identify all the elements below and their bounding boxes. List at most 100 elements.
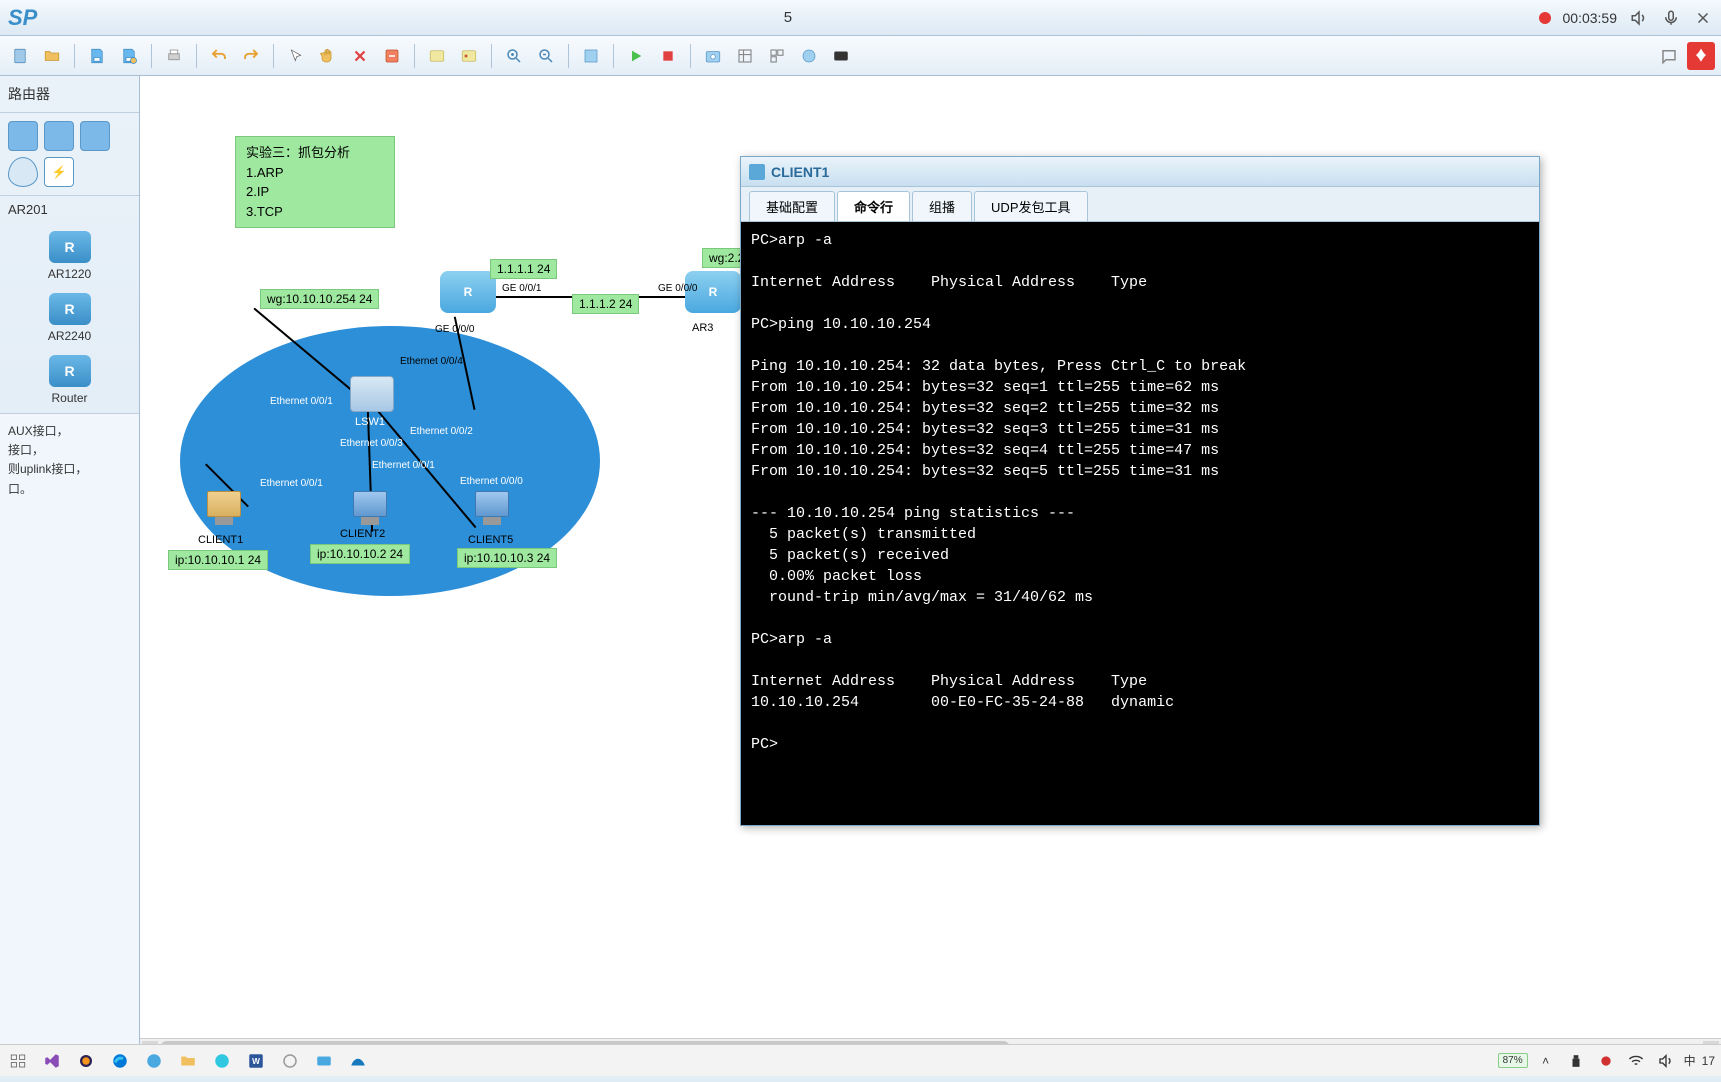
record-time: 00:03:59	[1563, 10, 1618, 26]
speaker-icon[interactable]	[1629, 8, 1649, 28]
app-icon-3[interactable]	[278, 1049, 302, 1073]
system-tray: 87% ˄ 中 17	[1498, 1049, 1715, 1073]
ensp-icon[interactable]	[312, 1049, 336, 1073]
battery-indicator[interactable]: 87%	[1498, 1053, 1528, 1068]
mic-icon[interactable]	[1661, 8, 1681, 28]
sidebar-header: 路由器	[0, 76, 139, 113]
port-label: Ethernet 0/0/1	[372, 460, 435, 471]
switch-lsw1[interactable]	[350, 376, 394, 412]
close-icon[interactable]	[1693, 8, 1713, 28]
fit-button[interactable]	[577, 42, 605, 70]
text-button[interactable]	[423, 42, 451, 70]
open-button[interactable]	[38, 42, 66, 70]
port-label: Ethernet 0/0/3	[340, 438, 403, 449]
app-icon-1[interactable]	[142, 1049, 166, 1073]
undo-button[interactable]	[205, 42, 233, 70]
port-label: Ethernet 0/0/1	[270, 396, 333, 407]
topology-canvas-wrap: 实验三：抓包分析 1.ARP 2.IP 3.TCP R R AR3 LSW1	[140, 76, 1721, 1056]
tray-usb-icon[interactable]	[1564, 1049, 1588, 1073]
delete-button[interactable]	[346, 42, 374, 70]
palette-wireless-icon[interactable]	[44, 121, 74, 151]
svg-text:W: W	[252, 1057, 260, 1066]
stop-button[interactable]	[654, 42, 682, 70]
port-label: GE 0/0/0	[435, 324, 474, 335]
client1-window[interactable]: CLIENT1 基础配置 命令行 组播 UDP发包工具 PC>arp -a In…	[740, 156, 1540, 826]
task-view-icon[interactable]	[6, 1049, 30, 1073]
tab-multicast[interactable]: 组播	[912, 191, 972, 221]
remove-button[interactable]	[378, 42, 406, 70]
tool-button-4[interactable]	[827, 42, 855, 70]
ip-label[interactable]: ip:10.10.10.3 24	[457, 548, 557, 568]
pan-button[interactable]	[314, 42, 342, 70]
device-model-label: AR201	[0, 196, 139, 223]
ip-label[interactable]: ip:10.10.10.1 24	[168, 550, 268, 570]
tray-volume-icon[interactable]	[1654, 1049, 1678, 1073]
desc-line: 口。	[8, 480, 131, 499]
tab-basic-config[interactable]: 基础配置	[749, 191, 835, 221]
pc-client2[interactable]	[348, 491, 392, 529]
ime-indicator[interactable]: 中	[1684, 1052, 1696, 1069]
zoom-in-button[interactable]	[500, 42, 528, 70]
ip-label[interactable]: ip:10.10.10.2 24	[310, 544, 410, 564]
port-label: GE 0/0/0	[658, 283, 697, 294]
palette-button[interactable]	[455, 42, 483, 70]
record-indicator-icon	[1539, 12, 1551, 24]
start-button[interactable]	[622, 42, 650, 70]
palette-bolt-icon[interactable]: ⚡	[44, 157, 74, 187]
router-ar1[interactable]: R	[440, 271, 496, 313]
message-button[interactable]	[1655, 42, 1683, 70]
note-line: 2.IP	[246, 182, 384, 202]
tray-clock-partial[interactable]: 17	[1702, 1054, 1715, 1068]
device-item-ar2240[interactable]: R AR2240	[48, 293, 91, 343]
ip-label[interactable]: 1.1.1.1 24	[490, 259, 557, 279]
separator	[74, 44, 75, 68]
tab-udp-tool[interactable]: UDP发包工具	[974, 191, 1087, 221]
palette-cloud-icon[interactable]	[8, 157, 38, 187]
separator	[491, 44, 492, 68]
tool-button-1[interactable]	[731, 42, 759, 70]
redo-button[interactable]	[237, 42, 265, 70]
pointer-button[interactable]	[282, 42, 310, 70]
print-button[interactable]	[160, 42, 188, 70]
app-icon-2[interactable]	[210, 1049, 234, 1073]
terminal-output[interactable]: PC>arp -a Internet Address Physical Addr…	[741, 222, 1539, 825]
save-button[interactable]	[83, 42, 111, 70]
note-title: 实验三：抓包分析	[246, 143, 384, 163]
new-button[interactable]	[6, 42, 34, 70]
tab-cli[interactable]: 命令行	[837, 191, 910, 221]
router-icon: R	[49, 231, 91, 263]
device-item-ar1220[interactable]: R AR1220	[48, 231, 91, 281]
device-item-label: Router	[51, 391, 87, 405]
huawei-logo-icon[interactable]	[1687, 42, 1715, 70]
tool-button-3[interactable]	[795, 42, 823, 70]
separator	[568, 44, 569, 68]
separator	[613, 44, 614, 68]
palette-firewall-icon[interactable]	[80, 121, 110, 151]
pc-client1[interactable]	[202, 491, 246, 529]
ip-label[interactable]: wg:10.10.10.254 24	[260, 289, 379, 309]
palette-router-icon[interactable]	[8, 121, 38, 151]
tray-ime-icon[interactable]	[1594, 1049, 1618, 1073]
tray-chevron-up-icon[interactable]: ˄	[1534, 1049, 1558, 1073]
term-tabs: 基础配置 命令行 组播 UDP发包工具	[741, 187, 1539, 222]
wireshark-icon[interactable]	[346, 1049, 370, 1073]
tray-wifi-icon[interactable]	[1624, 1049, 1648, 1073]
port-label: Ethernet 0/0/2	[410, 426, 473, 437]
term-titlebar[interactable]: CLIENT1	[741, 157, 1539, 187]
capture-button[interactable]	[699, 42, 727, 70]
separator	[690, 44, 691, 68]
tool-button-2[interactable]	[763, 42, 791, 70]
app-name: SP	[8, 5, 37, 31]
word-icon[interactable]: W	[244, 1049, 268, 1073]
note-box[interactable]: 实验三：抓包分析 1.ARP 2.IP 3.TCP	[235, 136, 395, 228]
edge-icon[interactable]	[108, 1049, 132, 1073]
eclipse-icon[interactable]	[74, 1049, 98, 1073]
visual-studio-icon[interactable]	[40, 1049, 64, 1073]
pc-client5[interactable]	[470, 491, 514, 529]
device-item-router[interactable]: R Router	[49, 355, 91, 405]
separator	[414, 44, 415, 68]
explorer-icon[interactable]	[176, 1049, 200, 1073]
zoom-out-button[interactable]	[532, 42, 560, 70]
save-as-button[interactable]	[115, 42, 143, 70]
ip-label[interactable]: 1.1.1.2 24	[572, 294, 639, 314]
